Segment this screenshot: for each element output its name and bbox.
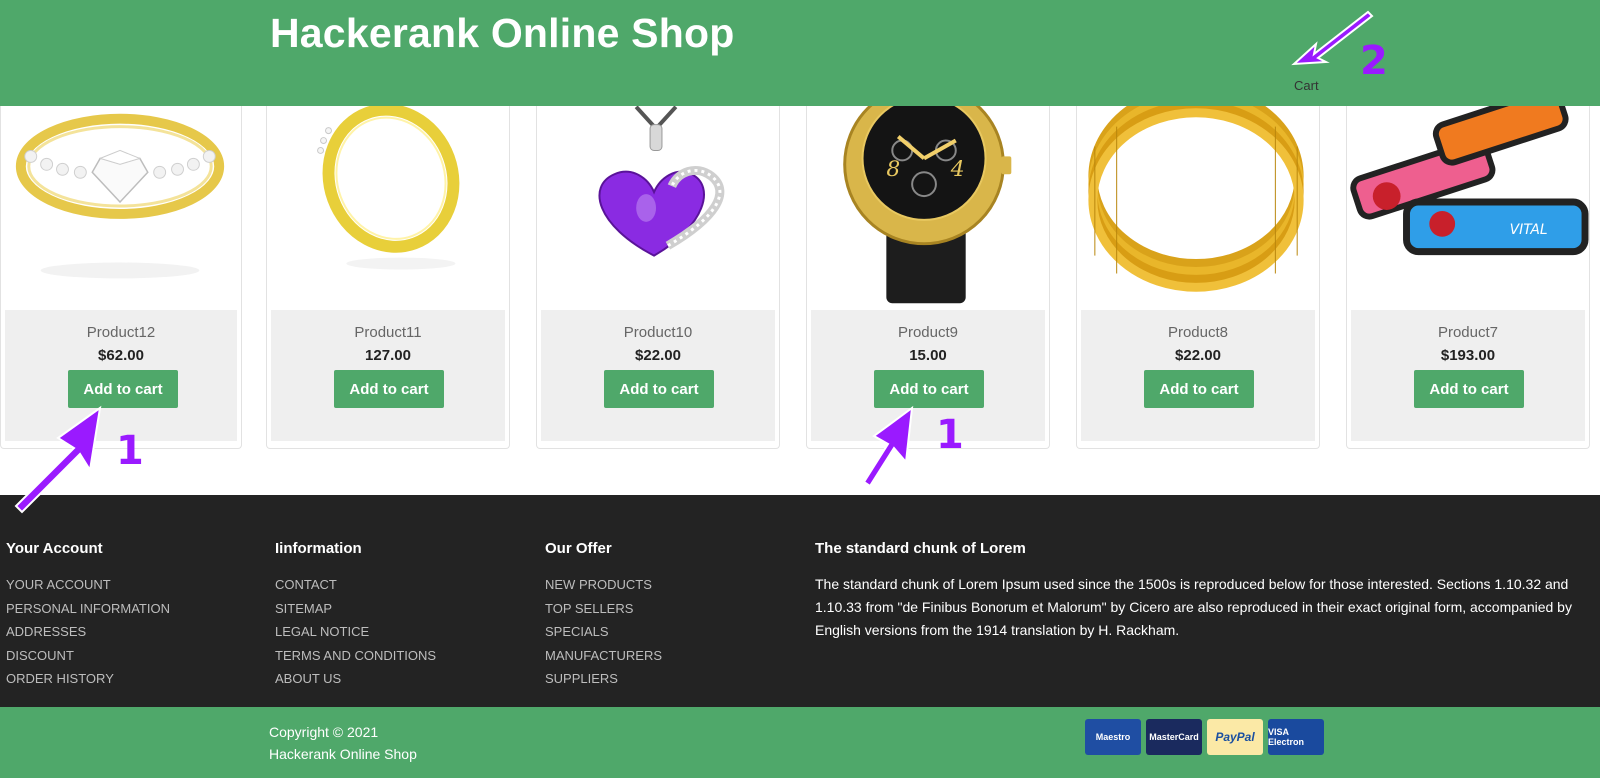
svg-text:8: 8: [886, 157, 900, 182]
footer-link[interactable]: ABOUT US: [275, 667, 436, 691]
add-to-cart-button[interactable]: Add to cart: [874, 370, 984, 408]
payment-label: PayPal: [1215, 730, 1255, 744]
footer-information-column: Iinformation CONTACT SITEMAP LEGAL NOTIC…: [275, 540, 436, 691]
footer-column-title: Your Account: [6, 540, 103, 557]
product-grid: Product12 $62.00 Add to cart Product11 1…: [0, 106, 1600, 450]
product-name[interactable]: Product8: [1081, 324, 1315, 341]
add-to-cart-button[interactable]: Add to cart: [68, 370, 178, 408]
diamond-ring-image[interactable]: [1, 106, 241, 306]
footer-link[interactable]: SITEMAP: [275, 597, 436, 621]
product-price: $193.00: [1440, 347, 1496, 364]
footer-link[interactable]: SUPPLIERS: [545, 667, 662, 691]
annotation-label-cart: 2: [1360, 38, 1388, 84]
footer-lorem-column: The standard chunk of Lorem The standard…: [815, 540, 1600, 642]
maestro-icon: Maestro: [1085, 719, 1141, 755]
product-price: $22.00: [635, 347, 681, 364]
footer-column-title: Iinformation: [275, 540, 362, 557]
visa-electron-icon: VISA Electron: [1268, 719, 1324, 755]
product-price: $62.00: [98, 347, 144, 364]
add-to-cart-button[interactable]: Add to cart: [1414, 370, 1524, 408]
product-card: Product8 $22.00 Add to cart: [1076, 106, 1320, 449]
heart-pendant-image[interactable]: [537, 106, 779, 306]
product-name[interactable]: Product12: [5, 324, 237, 341]
gold-bangles-image[interactable]: [1077, 106, 1319, 306]
footer-offer-column: Our Offer NEW PRODUCTS TOP SELLERS SPECI…: [545, 540, 662, 691]
product-info: Product8 $22.00 Add to cart: [1081, 310, 1315, 441]
annotation-label-left: 1: [116, 428, 144, 474]
payment-label: Maestro: [1095, 732, 1131, 742]
svg-text:VITAL: VITAL: [1510, 222, 1548, 238]
annotation-label-middle: 1: [936, 412, 964, 458]
product-name[interactable]: Product7: [1351, 324, 1585, 341]
add-to-cart-button[interactable]: Add to cart: [334, 370, 444, 408]
product-card: Product10 $22.00 Add to cart: [536, 106, 780, 449]
gold-ring-image[interactable]: [267, 106, 509, 306]
product-info: Product7 $193.00 Add to cart: [1351, 310, 1585, 441]
paypal-icon: PayPal: [1207, 719, 1263, 755]
product-card: Product12 $62.00 Add to cart: [0, 106, 242, 449]
footer-link[interactable]: CONTACT: [275, 573, 436, 597]
copyright-text: Copyright © 2021: [269, 724, 379, 740]
product-info: Product11 127.00 Add to cart: [271, 310, 505, 441]
svg-text:4: 4: [950, 157, 965, 182]
mastercard-icon: MasterCard: [1146, 719, 1202, 755]
footer-account-column: Your Account YOUR ACCOUNT PERSONAL INFOR…: [6, 540, 170, 691]
product-info: Product12 $62.00 Add to cart: [5, 310, 237, 441]
footer-link[interactable]: DISCOUNT: [6, 644, 170, 668]
copyright-shop-name: Hackerank Online Shop: [269, 746, 417, 762]
add-to-cart-button[interactable]: Add to cart: [604, 370, 714, 408]
product-price: $22.00: [1175, 347, 1221, 364]
gold-watch-image[interactable]: 8 4: [807, 106, 1049, 306]
footer-link[interactable]: MANUFACTURERS: [545, 644, 662, 668]
footer-link[interactable]: ADDRESSES: [6, 620, 170, 644]
footer-link[interactable]: PERSONAL INFORMATION: [6, 597, 170, 621]
cart-link[interactable]: Cart: [1294, 78, 1319, 93]
footer-lorem-text: The standard chunk of Lorem Ipsum used s…: [815, 576, 1572, 638]
footer-link[interactable]: TERMS AND CONDITIONS: [275, 644, 436, 668]
site-footer: Your Account YOUR ACCOUNT PERSONAL INFOR…: [0, 495, 1600, 707]
product-price: 15.00: [909, 347, 947, 364]
product-price: 127.00: [365, 347, 411, 364]
footer-link[interactable]: LEGAL NOTICE: [275, 620, 436, 644]
footer-link[interactable]: ORDER HISTORY: [6, 667, 170, 691]
product-info: Product10 $22.00 Add to cart: [541, 310, 775, 441]
product-name[interactable]: Product9: [811, 324, 1045, 341]
payment-label: MasterCard: [1149, 732, 1199, 742]
bottom-bar: Copyright © 2021 Hackerank Online Shop M…: [0, 707, 1600, 778]
product-card: VITAL Product7 $193.00 Add to cart: [1346, 106, 1590, 449]
payment-label: VISA Electron: [1268, 727, 1305, 747]
footer-link[interactable]: SPECIALS: [545, 620, 662, 644]
footer-link[interactable]: TOP SELLERS: [545, 597, 662, 621]
footer-link[interactable]: NEW PRODUCTS: [545, 573, 662, 597]
footer-column-title: Our Offer: [545, 540, 612, 557]
copyright: Copyright © 2021 Hackerank Online Shop: [269, 721, 417, 765]
add-to-cart-button[interactable]: Add to cart: [1144, 370, 1254, 408]
product-info: Product9 15.00 Add to cart: [811, 310, 1045, 441]
product-name[interactable]: Product10: [541, 324, 775, 341]
footer-link[interactable]: YOUR ACCOUNT: [6, 573, 170, 597]
site-title[interactable]: Hackerank Online Shop: [270, 10, 734, 57]
wristbands-image[interactable]: VITAL: [1347, 106, 1589, 306]
product-name[interactable]: Product11: [271, 324, 505, 341]
product-card: 8 4 Product9 15.00 Add to cart: [806, 106, 1050, 449]
footer-column-title: The standard chunk of Lorem: [815, 540, 1026, 557]
product-card: Product11 127.00 Add to cart: [266, 106, 510, 449]
